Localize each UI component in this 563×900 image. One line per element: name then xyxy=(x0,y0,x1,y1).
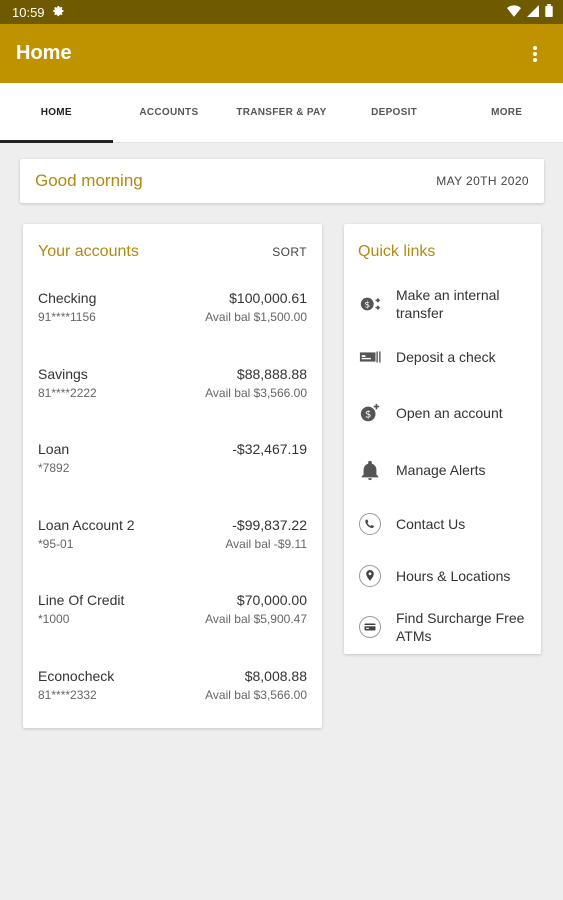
greeting-card: Good morning MAY 20TH 2020 xyxy=(20,159,544,203)
overflow-menu-icon[interactable] xyxy=(523,42,547,66)
account-available: Avail bal $3,566.00 xyxy=(205,687,307,702)
atm-card-icon xyxy=(358,615,382,639)
tab-home[interactable]: HOME xyxy=(0,83,113,143)
quick-links-card: Quick links $ Make an internal transfer … xyxy=(344,224,541,654)
signal-icon xyxy=(527,4,539,20)
quick-link-deposit-check[interactable]: Deposit a check xyxy=(358,345,533,369)
account-balance: $70,000.00 xyxy=(236,592,307,608)
account-name: Econocheck xyxy=(38,667,115,684)
quick-link-label: Make an internal transfer xyxy=(396,287,500,321)
location-pin-icon xyxy=(358,564,382,588)
status-bar: 10:59 xyxy=(0,0,563,24)
quick-link-hours-locations[interactable]: Hours & Locations xyxy=(358,564,533,588)
account-number: 81****2222 xyxy=(38,385,97,400)
account-number: 81****2332 xyxy=(38,687,97,702)
tab-more[interactable]: MORE xyxy=(450,83,563,142)
account-available: Avail bal $5,900.47 xyxy=(205,612,307,626)
account-row[interactable]: Loan *7892 -$32,467.19 xyxy=(38,441,307,517)
check-icon xyxy=(358,345,382,369)
account-number: *1000 xyxy=(38,612,70,626)
account-balance: -$99,837.22 xyxy=(232,516,307,533)
tab-transfer-pay[interactable]: TRANSFER & PAY xyxy=(225,83,338,142)
status-time: 10:59 xyxy=(12,4,45,20)
quick-link-contact-us[interactable]: Contact Us xyxy=(358,512,533,536)
sort-button[interactable]: SORT xyxy=(272,245,307,259)
account-balance: $88,888.88 xyxy=(236,365,307,382)
account-name: Checking xyxy=(38,290,97,306)
quick-link-label: Manage Alerts xyxy=(396,462,486,478)
quick-link-open-account[interactable]: $ Open an account xyxy=(358,401,533,425)
quick-link-label: Deposit a check xyxy=(396,349,496,365)
account-list: Checking 91****1156 $100,000.61 Avail ba… xyxy=(38,290,307,743)
tab-accounts[interactable]: ACCOUNTS xyxy=(113,83,226,142)
account-name: Line Of Credit xyxy=(38,592,125,608)
account-name: Savings xyxy=(38,365,88,382)
transfer-icon: $ xyxy=(358,292,382,316)
account-number: *7892 xyxy=(38,461,70,475)
tab-deposit[interactable]: DEPOSIT xyxy=(338,83,451,142)
quick-link-label: Find Surcharge Free ATMs xyxy=(396,610,525,644)
app-bar: Home xyxy=(0,24,563,83)
page-title: Home xyxy=(16,42,72,64)
svg-text:$: $ xyxy=(364,300,370,311)
account-number: *95-01 xyxy=(38,536,74,551)
account-name: Loan xyxy=(38,441,70,457)
battery-icon xyxy=(545,4,553,20)
account-available: Avail bal -$9.11 xyxy=(225,536,307,551)
quick-link-label: Open an account xyxy=(396,405,503,421)
quick-link-manage-alerts[interactable]: Manage Alerts xyxy=(358,458,533,482)
greeting-text: Good morning xyxy=(35,171,143,190)
svg-text:$: $ xyxy=(365,410,371,421)
account-row[interactable]: Checking 91****1156 $100,000.61 Avail ba… xyxy=(38,290,307,366)
account-row[interactable]: Savings 81****2222 $88,888.88 Avail bal … xyxy=(38,366,307,442)
account-available: Avail bal $1,500.00 xyxy=(205,310,307,324)
quick-link-label: Hours & Locations xyxy=(396,568,511,584)
greeting-date: MAY 20TH 2020 xyxy=(436,174,529,188)
quick-link-internal-transfer[interactable]: $ Make an internal transfer xyxy=(358,286,533,322)
quick-link-label: Contact Us xyxy=(396,516,466,532)
account-row[interactable]: Econocheck 81****2332 $8,008.88 Avail ba… xyxy=(38,668,307,744)
accounts-card: Your accounts SORT Checking 91****1156 $… xyxy=(23,224,322,728)
account-balance: $100,000.61 xyxy=(229,290,307,306)
quick-link-find-atms[interactable]: Find Surcharge Free ATMs xyxy=(358,609,533,645)
account-available: Avail bal $3,566.00 xyxy=(205,385,307,400)
quick-links-title: Quick links xyxy=(358,243,436,260)
wifi-icon xyxy=(507,4,521,20)
accounts-title: Your accounts xyxy=(38,243,139,260)
phone-icon xyxy=(358,512,382,536)
add-money-icon: $ xyxy=(358,401,382,425)
account-number: 91****1156 xyxy=(38,310,96,324)
settings-gear-icon xyxy=(52,5,65,20)
account-name: Loan Account 2 xyxy=(38,516,135,533)
account-row[interactable]: Line Of Credit *1000 $70,000.00 Avail ba… xyxy=(38,592,307,668)
account-balance: -$32,467.19 xyxy=(232,441,307,457)
account-balance: $8,008.88 xyxy=(244,667,307,684)
bell-icon xyxy=(358,458,382,482)
account-row[interactable]: Loan Account 2 *95-01 -$99,837.22 Avail … xyxy=(38,517,307,593)
tab-bar: HOME ACCOUNTS TRANSFER & PAY DEPOSIT MOR… xyxy=(0,83,563,143)
